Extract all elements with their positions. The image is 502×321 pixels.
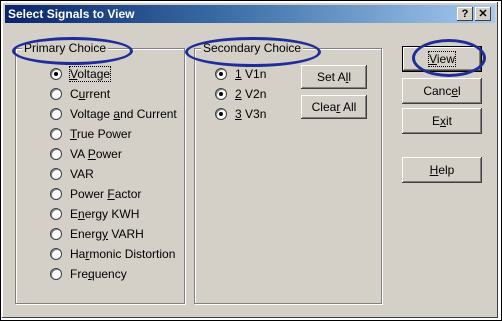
radio-button-icon[interactable]: [50, 268, 62, 280]
primary-option-label: VA Power: [70, 147, 122, 161]
primary-option-label: Power Factor: [70, 187, 142, 201]
secondary-choice-legend: Secondary Choice: [201, 41, 304, 55]
radio-button-icon[interactable]: [50, 208, 62, 220]
primary-option-label: Voltage and Current: [70, 107, 177, 121]
set-all-button[interactable]: Set All: [301, 65, 367, 89]
view-button[interactable]: View: [402, 46, 482, 72]
primary-option-label: Current: [70, 87, 111, 101]
view-label: View: [428, 51, 456, 67]
exit-label: Exit: [431, 114, 452, 128]
help-title-button[interactable]: ?: [457, 7, 473, 21]
secondary-option-label: 1 V1n: [235, 67, 267, 81]
radio-button-icon[interactable]: [215, 108, 227, 120]
radio-button-icon[interactable]: [50, 188, 62, 200]
primary-option-label: True Power: [70, 127, 132, 141]
primary-option-label: VAR: [70, 167, 94, 181]
radio-button-icon[interactable]: [50, 248, 62, 260]
secondary-choice-group: Secondary Choice 1 V1n 2 V2n 3 V3n Set All…: [194, 41, 382, 304]
primary-option-label: Harmonic Distortion: [70, 247, 176, 261]
primary-option-label: Frequency: [70, 267, 127, 281]
title-bar: Select Signals to View ? ✕: [5, 5, 495, 23]
primary-option-label: Energy KWH: [70, 207, 140, 221]
help-label: Help: [429, 163, 455, 177]
radio-button-icon[interactable]: [215, 88, 227, 100]
primary-choice-legend: Primary Choice: [22, 41, 109, 55]
set-all-label: Set All: [316, 70, 352, 84]
close-title-button[interactable]: ✕: [475, 7, 491, 21]
radio-button-icon[interactable]: [50, 228, 62, 240]
radio-button-icon[interactable]: [50, 68, 62, 80]
radio-button-icon[interactable]: [50, 128, 62, 140]
clear-all-button[interactable]: Clear All: [301, 95, 367, 119]
window-title: Select Signals to View: [8, 7, 135, 21]
primary-option-label: Energy VARH: [70, 227, 144, 241]
help-button[interactable]: Help: [402, 157, 482, 183]
secondary-option-label: 2 V2n: [235, 87, 267, 101]
radio-button-icon[interactable]: [215, 68, 227, 80]
radio-button-icon[interactable]: [50, 148, 62, 160]
radio-button-icon[interactable]: [50, 88, 62, 100]
primary-choice-group: Primary Choice Voltage Current Voltage and…: [15, 41, 185, 304]
secondary-option-label: 3 V3n: [235, 107, 267, 121]
radio-button-icon[interactable]: [50, 168, 62, 180]
radio-button-icon[interactable]: [50, 108, 62, 120]
exit-button[interactable]: Exit: [402, 108, 482, 134]
primary-option-label: Voltage: [68, 66, 112, 82]
cancel-button[interactable]: Cancel: [402, 78, 482, 104]
clear-all-label: Clear All: [311, 100, 357, 114]
select-signals-dialog: Select Signals to View ? ✕ Primary Choic…: [2, 2, 498, 318]
cancel-label: Cancel: [423, 84, 461, 98]
